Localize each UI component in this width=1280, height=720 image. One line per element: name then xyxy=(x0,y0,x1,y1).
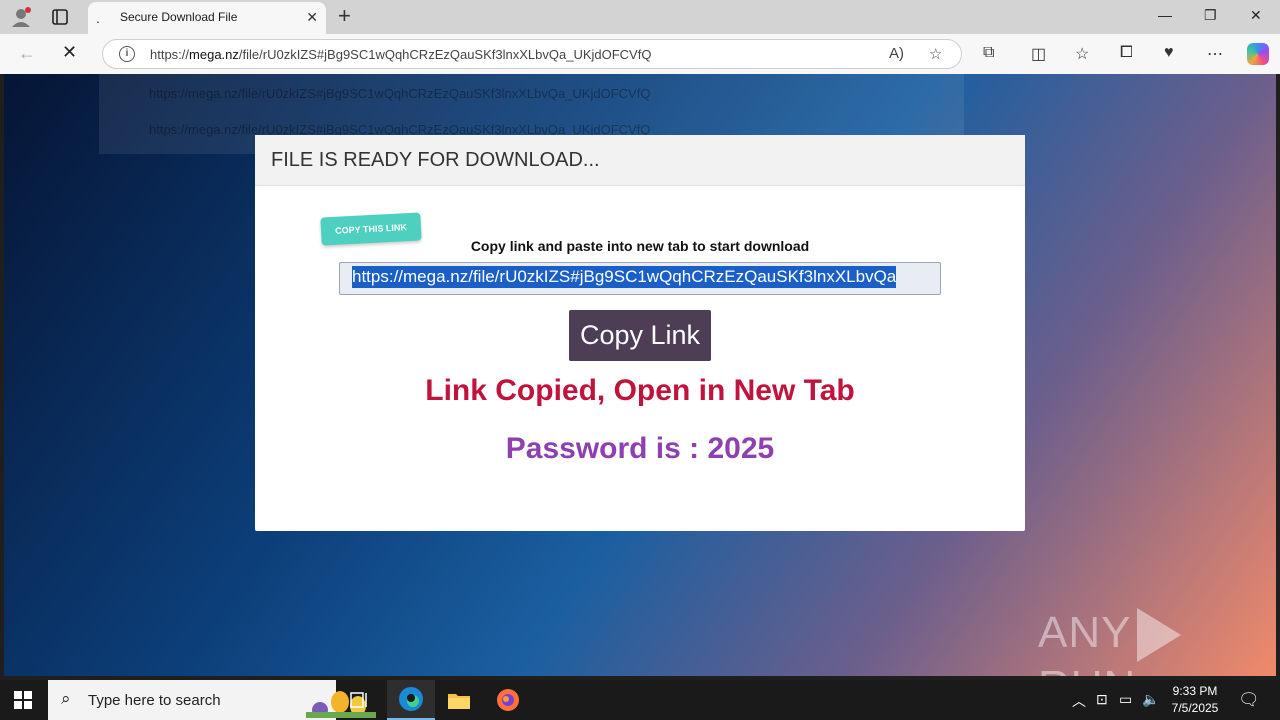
page-content: https://mega.nz/file/rU0zkIZS#jBg9SC1wQq… xyxy=(4,74,1276,676)
link-copied-message: Link Copied, Open in New Tab xyxy=(425,374,855,407)
modal-header: FILE IS READY FOR DOWNLOAD... xyxy=(255,135,1025,186)
tab-strip: . Secure Download File ✕ + — ❐ ✕ xyxy=(0,0,1280,34)
link-input-value: https://mega.nz/file/rU0zkIZS#jBg9SC1wQq… xyxy=(352,266,897,288)
clock-time: 9:33 PM xyxy=(1172,684,1218,698)
taskbar-search[interactable]: ⌕ Type here to search xyxy=(48,680,376,720)
network-icon[interactable]: ▭ xyxy=(1119,691,1132,708)
taskbar-clock[interactable]: 9:33 PM 7/5/2025 xyxy=(1162,683,1228,717)
link-input[interactable]: https://mega.nz/file/rU0zkIZS#jBg9SC1wQq… xyxy=(339,262,941,295)
copy-link-button[interactable]: Copy Link xyxy=(569,310,711,361)
restore-icon[interactable]: ❐ xyxy=(1204,7,1217,24)
search-icon: ⌕ xyxy=(61,689,71,708)
browser-essentials-icon[interactable]: ♥ xyxy=(1164,44,1174,62)
new-tab-icon[interactable]: + xyxy=(338,5,351,27)
anyrun-watermark: ANYRUN xyxy=(1038,608,1276,676)
task-view-button[interactable] xyxy=(336,680,384,720)
split-screen-icon[interactable]: ◫ xyxy=(1031,44,1046,64)
suggestion-item: https://mega.nz/file/rU0zkIZS#jBg9SC1wQq… xyxy=(149,86,651,101)
collections-icon[interactable]: ⧠ xyxy=(1120,44,1133,62)
browser-toolbar: ← ✕ i https://mega.nz/file/rU0zkIZS#jBg9… xyxy=(0,34,1280,74)
edge-taskbar-button[interactable] xyxy=(387,680,435,720)
volume-icon[interactable]: 🔈 xyxy=(1142,691,1159,708)
tab-loading-icon: . xyxy=(96,10,100,26)
download-modal: FILE IS READY FOR DOWNLOAD... COPY THIS … xyxy=(255,135,1025,531)
clock-date: 7/5/2025 xyxy=(1171,701,1219,715)
show-hidden-icons-icon[interactable]: ︿ xyxy=(1072,691,1086,711)
tab-title: Secure Download File xyxy=(120,10,238,24)
start-button[interactable] xyxy=(14,691,32,709)
modal-title: FILE IS READY FOR DOWNLOAD... xyxy=(271,149,600,171)
address-bar[interactable]: i https://mega.nz/file/rU0zkIZS#jBg9SC1w… xyxy=(102,39,962,69)
instruction-text: Copy link and paste into new tab to star… xyxy=(470,238,810,254)
address-url[interactable]: https://mega.nz/file/rU0zkIZS#jBg9SC1wQq… xyxy=(150,47,651,62)
play-logo-icon xyxy=(1137,608,1182,663)
firefox-taskbar-button[interactable] xyxy=(484,680,532,720)
notifications-icon[interactable]: 🗨 xyxy=(1238,690,1260,710)
back-arrow-icon[interactable]: ← xyxy=(18,43,36,64)
task-view-icon xyxy=(350,692,367,708)
extensions-icon[interactable]: ⧉ xyxy=(983,44,994,62)
folder-icon xyxy=(448,694,470,709)
tab-actions-icon[interactable] xyxy=(50,7,70,27)
device-icon[interactable]: ⊡ xyxy=(1096,691,1108,708)
window-close-icon[interactable]: ✕ xyxy=(1250,7,1262,24)
edge-icon xyxy=(399,687,423,711)
active-tab[interactable]: . Secure Download File ✕ xyxy=(88,2,326,34)
tab-close-icon[interactable]: ✕ xyxy=(306,9,318,26)
read-aloud-icon[interactable]: A) xyxy=(889,45,904,62)
password-text: Password is : 2025 xyxy=(505,432,775,465)
favorites-icon[interactable]: ☆ xyxy=(1075,44,1089,64)
stop-loading-icon[interactable]: ✕ xyxy=(62,42,77,63)
firefox-icon xyxy=(497,689,519,711)
minimize-icon[interactable]: — xyxy=(1158,7,1172,23)
copilot-icon[interactable] xyxy=(1247,43,1269,65)
site-info-icon[interactable]: i xyxy=(119,46,135,62)
search-placeholder: Type here to search xyxy=(88,692,221,709)
favorite-star-icon[interactable]: ☆ xyxy=(929,45,942,63)
settings-more-icon[interactable]: ⋯ xyxy=(1207,44,1223,64)
taskbar: ⌕ Type here to search ︿ ⊡ ▭ 🔈 9:33 PM 7/… xyxy=(0,680,1280,720)
file-explorer-taskbar-button[interactable] xyxy=(435,680,483,720)
profile-icon[interactable] xyxy=(10,6,32,28)
